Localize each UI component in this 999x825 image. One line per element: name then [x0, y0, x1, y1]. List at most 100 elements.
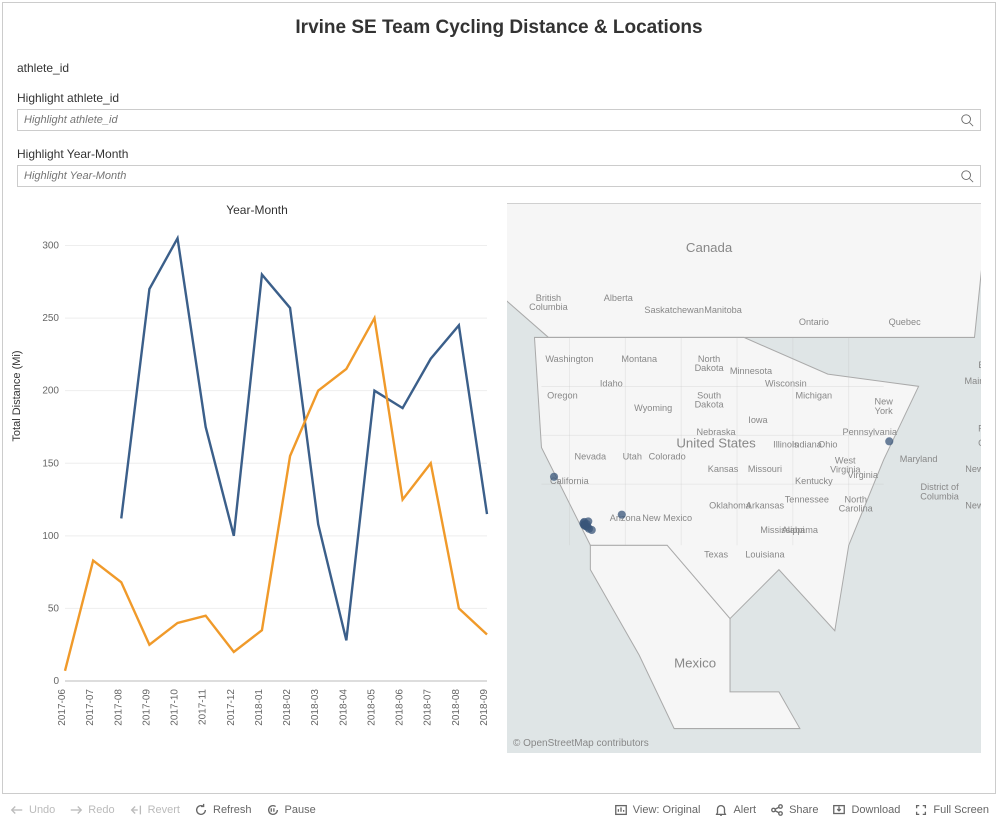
svg-text:Missouri: Missouri [748, 464, 782, 474]
svg-text:Iowa: Iowa [748, 415, 768, 425]
highlight-athlete-input[interactable] [24, 114, 960, 126]
svg-text:Washington: Washington [545, 354, 593, 364]
alert-label: Alert [733, 804, 756, 816]
download-button[interactable]: Download [832, 803, 900, 817]
svg-text:250: 250 [42, 313, 59, 324]
svg-text:New: New [965, 501, 981, 511]
svg-text:Dakota: Dakota [695, 400, 725, 410]
redo-button[interactable]: Redo [69, 803, 114, 817]
fullscreen-label: Full Screen [933, 804, 989, 816]
svg-text:Minnesota: Minnesota [730, 366, 773, 376]
fullscreen-button[interactable]: Full Screen [914, 803, 989, 817]
svg-text:Mexico: Mexico [674, 655, 716, 670]
svg-text:Dakota: Dakota [695, 363, 725, 373]
svg-text:Colorado: Colorado [649, 452, 686, 462]
highlight-yearmonth-label: Highlight Year-Month [17, 147, 981, 161]
line-chart-svg: 0501001502002503002017-062017-072017-082… [17, 221, 497, 741]
svg-text:2017-07: 2017-07 [85, 689, 96, 726]
filter-athlete-label: athlete_id [17, 61, 981, 75]
svg-text:300: 300 [42, 241, 59, 252]
undo-icon [10, 803, 24, 817]
page-title: Irvine SE Team Cycling Distance & Locati… [17, 17, 981, 39]
svg-text:Kansas: Kansas [708, 464, 739, 474]
svg-text:2018-05: 2018-05 [366, 689, 377, 726]
svg-text:2017-08: 2017-08 [113, 689, 124, 726]
svg-text:150: 150 [42, 458, 59, 469]
fullscreen-icon [914, 803, 928, 817]
svg-text:York: York [875, 406, 893, 416]
svg-text:Arkansas: Arkansas [746, 501, 785, 511]
map-panel[interactable]: CanadaMexicoUnited StatesBritishColumbia… [507, 203, 981, 753]
tableau-toolbar: Undo Redo Revert Refresh Pause View: Ori… [0, 796, 999, 824]
pause-label: Pause [285, 804, 316, 816]
view-label: View: Original [633, 804, 701, 816]
svg-text:Ontario: Ontario [799, 317, 829, 327]
highlight-yearmonth-input[interactable] [24, 170, 960, 182]
svg-text:Quebec: Quebec [889, 317, 921, 327]
revert-icon [129, 803, 143, 817]
filter-athlete-id: athlete_id [17, 61, 981, 75]
svg-text:Kentucky: Kentucky [795, 476, 833, 486]
svg-text:2017-10: 2017-10 [170, 689, 181, 726]
refresh-label: Refresh [213, 804, 252, 816]
svg-text:50: 50 [48, 603, 60, 614]
y-axis-label: Total Distance (Mi) [11, 350, 23, 441]
svg-text:Oregon: Oregon [547, 391, 578, 401]
share-label: Share [789, 804, 818, 816]
svg-text:0: 0 [53, 676, 59, 687]
highlight-yearmonth-row[interactable] [17, 165, 981, 187]
view-icon [614, 803, 628, 817]
highlight-athlete-label: Highlight athlete_id [17, 91, 981, 105]
map-svg[interactable]: CanadaMexicoUnited StatesBritishColumbia… [507, 203, 981, 753]
highlight-athlete-row[interactable] [17, 109, 981, 131]
map-credit: © OpenStreetMap contributors [513, 738, 649, 749]
refresh-button[interactable]: Refresh [194, 803, 252, 817]
search-icon [960, 113, 974, 127]
svg-text:Alabama: Alabama [782, 525, 819, 535]
highlight-athlete-section: Highlight athlete_id [17, 91, 981, 131]
svg-text:B: B [978, 360, 981, 370]
svg-text:2018-08: 2018-08 [451, 689, 462, 726]
view-button[interactable]: View: Original [614, 803, 701, 817]
revert-button[interactable]: Revert [129, 803, 180, 817]
svg-text:United States: United States [676, 435, 756, 450]
svg-text:Michigan: Michigan [796, 391, 833, 401]
svg-text:2017-06: 2017-06 [57, 689, 68, 726]
svg-text:Saskatchewan: Saskatchewan [644, 305, 704, 315]
svg-text:Tennessee: Tennessee [785, 494, 829, 504]
download-label: Download [851, 804, 900, 816]
svg-text:Montana: Montana [621, 354, 658, 364]
svg-text:R: R [978, 424, 981, 434]
share-button[interactable]: Share [770, 803, 818, 817]
svg-text:Nevada: Nevada [575, 452, 607, 462]
highlight-yearmonth-section: Highlight Year-Month [17, 147, 981, 187]
svg-text:2018-02: 2018-02 [282, 689, 293, 726]
alert-icon [714, 803, 728, 817]
alert-button[interactable]: Alert [714, 803, 756, 817]
svg-text:Columbia: Columbia [920, 491, 960, 501]
svg-text:Carolina: Carolina [839, 504, 874, 514]
svg-text:Ohio: Ohio [818, 439, 837, 449]
svg-text:2018-06: 2018-06 [395, 689, 406, 726]
svg-text:Main: Main [965, 376, 981, 386]
refresh-icon [194, 803, 208, 817]
svg-text:Virginia: Virginia [848, 470, 879, 480]
pause-button[interactable]: Pause [266, 803, 316, 817]
svg-text:2017-12: 2017-12 [226, 689, 237, 726]
svg-text:Manitoba: Manitoba [704, 305, 743, 315]
svg-text:2017-09: 2017-09 [141, 689, 152, 726]
svg-text:C: C [978, 438, 981, 448]
svg-text:Utah: Utah [623, 452, 642, 462]
undo-button[interactable]: Undo [10, 803, 55, 817]
svg-text:Louisiana: Louisiana [745, 549, 785, 559]
pause-icon [266, 803, 280, 817]
svg-text:Maryland: Maryland [900, 454, 938, 464]
svg-text:Columbia: Columbia [529, 302, 569, 312]
search-icon [960, 169, 974, 183]
svg-text:New: New [965, 464, 981, 474]
dashboard-frame: Irvine SE Team Cycling Distance & Locati… [2, 2, 996, 794]
svg-text:Pennsylvania: Pennsylvania [842, 427, 897, 437]
undo-label: Undo [29, 804, 55, 816]
svg-text:Nebraska: Nebraska [696, 427, 736, 437]
svg-text:200: 200 [42, 386, 59, 397]
